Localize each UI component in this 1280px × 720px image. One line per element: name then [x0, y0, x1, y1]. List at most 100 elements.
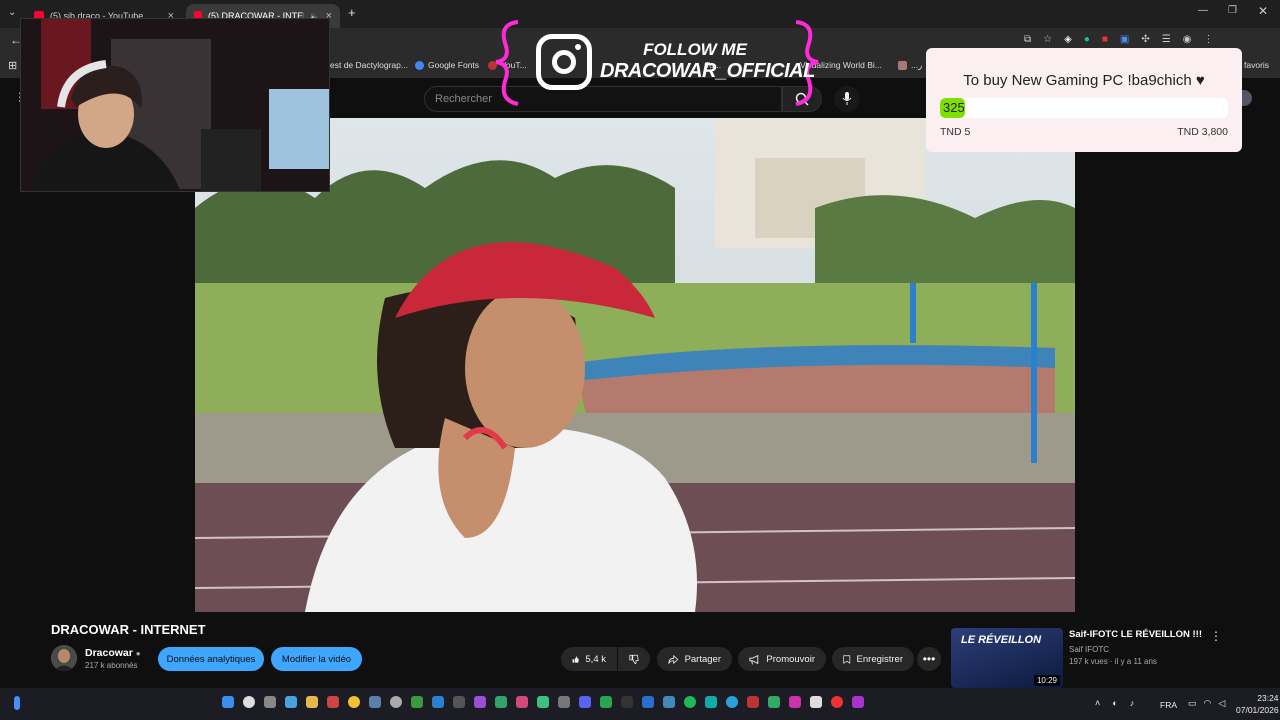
- recommended-video-meta: 197 k vues · il y a 11 ans: [1069, 657, 1157, 666]
- share-button[interactable]: Partager: [657, 647, 732, 671]
- volume-icon[interactable]: ◁: [1218, 698, 1225, 709]
- bookmark-dactylo[interactable]: est de Dactylograp...: [330, 60, 408, 70]
- app-icon[interactable]: [810, 696, 822, 708]
- edit-video-button[interactable]: Modifier la vidéo: [271, 647, 362, 671]
- translate-icon[interactable]: ▣: [1120, 34, 1129, 45]
- app-icon[interactable]: [474, 696, 486, 708]
- extension-icon[interactable]: ◈: [1064, 34, 1072, 45]
- app-icon[interactable]: [516, 696, 528, 708]
- app-icon[interactable]: [537, 696, 549, 708]
- app-icon[interactable]: [495, 696, 507, 708]
- thumbnail-text: LE RÉVEILLON: [961, 634, 1042, 646]
- widgets-icon[interactable]: [285, 696, 297, 708]
- bookmark-image-icon: [898, 61, 907, 70]
- app-icon[interactable]: [831, 696, 843, 708]
- video-player[interactable]: [195, 118, 1075, 612]
- steam-icon[interactable]: [369, 696, 381, 708]
- network-icon[interactable]: ▭: [1188, 698, 1197, 709]
- reading-list-icon[interactable]: ☰: [1162, 34, 1171, 45]
- app-icon[interactable]: [705, 696, 717, 708]
- bookmark-google-fonts[interactable]: Google Fonts: [415, 60, 479, 70]
- save-label: Enregistrer: [856, 653, 903, 665]
- puzzle-icon[interactable]: ✣: [1141, 34, 1149, 45]
- like-button[interactable]: 5,4 k: [561, 647, 617, 671]
- restore-icon[interactable]: ❐: [1228, 5, 1237, 16]
- search-highlight-icon[interactable]: [14, 696, 20, 710]
- subscriber-count: 217 k abonnés: [85, 661, 138, 670]
- telegram-icon[interactable]: [726, 696, 738, 708]
- video-duration-badge: 10:29: [1033, 675, 1060, 686]
- app-icon[interactable]: [768, 696, 780, 708]
- start-icon[interactable]: [222, 696, 234, 708]
- bookmark-icon: [843, 654, 851, 664]
- menu-kebab-icon[interactable]: ⋮: [1203, 34, 1213, 45]
- wifi-icon[interactable]: ◠: [1204, 698, 1212, 709]
- goal-min-label: TND 5: [940, 126, 971, 138]
- more-horizontal-icon: •••: [922, 652, 936, 666]
- donation-goal-widget: To buy New Gaming PC !ba9chich ♥ 325 TND…: [926, 48, 1242, 152]
- channel-avatar[interactable]: [51, 645, 77, 671]
- app-icon[interactable]: [600, 696, 612, 708]
- app-icon[interactable]: [621, 696, 633, 708]
- app-icon[interactable]: [453, 696, 465, 708]
- voice-search-button[interactable]: [834, 86, 860, 112]
- recommended-video-channel[interactable]: Saif IFOTC: [1069, 645, 1109, 654]
- new-tab-icon[interactable]: +: [348, 5, 356, 20]
- bookmark-star-icon[interactable]: ☆: [1043, 34, 1052, 45]
- channel-name[interactable]: Dracowar ●: [85, 647, 141, 659]
- tray-mic-icon[interactable]: ♪: [1130, 698, 1135, 708]
- discord-icon[interactable]: [579, 696, 591, 708]
- streamer-webcam: [20, 18, 330, 192]
- taskbar-clock[interactable]: 23:24 07/01/2026: [1236, 692, 1279, 716]
- extension-red-icon[interactable]: ■: [1102, 34, 1108, 45]
- analytics-button[interactable]: Données analytiques: [158, 647, 264, 671]
- promote-button[interactable]: Promouvoir: [738, 647, 826, 671]
- minimize-icon[interactable]: —: [1198, 5, 1208, 16]
- chevron-up-icon[interactable]: ˄: [1095, 698, 1100, 708]
- app-icon[interactable]: [747, 696, 759, 708]
- taskbar-search-icon[interactable]: [243, 696, 255, 708]
- promote-label: Promouvoir: [766, 653, 815, 665]
- save-button[interactable]: Enregistrer: [832, 647, 914, 671]
- close-window-icon[interactable]: ✕: [1258, 4, 1268, 18]
- clock-time: 23:24: [1257, 693, 1279, 703]
- file-explorer-icon[interactable]: [306, 696, 318, 708]
- verified-icon: ●: [135, 649, 141, 658]
- grammarly-icon[interactable]: ●: [1084, 34, 1090, 45]
- system-tray: ˄ ◐ ♪: [1095, 698, 1134, 708]
- app-icon[interactable]: [558, 696, 570, 708]
- recommended-video-title[interactable]: Saif-IFOTC LE RÉVEILLON !!!: [1069, 629, 1202, 640]
- avatar-image: [51, 645, 77, 671]
- bookmark-arabic[interactable]: ...ر: [898, 60, 922, 71]
- recommended-video-thumbnail[interactable]: LE RÉVEILLON 10:29: [951, 628, 1063, 688]
- recommendation-menu-icon[interactable]: ⋮: [1210, 629, 1222, 643]
- task-view-icon[interactable]: [264, 696, 276, 708]
- keyboard-language[interactable]: FRA: [1160, 700, 1177, 710]
- apps-grid-icon[interactable]: ⊞: [8, 59, 17, 72]
- chrome-icon[interactable]: [348, 696, 360, 708]
- bookmark-favoris[interactable]: favoris: [1244, 60, 1269, 70]
- like-count: 5,4 k: [585, 653, 606, 665]
- app-icon[interactable]: [852, 696, 864, 708]
- profile-avatar-icon[interactable]: ◉: [1183, 34, 1192, 45]
- extension-icons: ⧉ ☆ ◈ ● ■ ▣ ✣ ☰ ◉ ⋮: [1024, 34, 1213, 45]
- app-icon[interactable]: [642, 696, 654, 708]
- spotify-icon[interactable]: [684, 696, 696, 708]
- goal-title: To buy New Gaming PC !ba9chich ♥: [963, 72, 1205, 89]
- dislike-button[interactable]: [618, 647, 650, 671]
- follow-me-overlay: FOLLOW ME DRACOWAR_OFFICIAL: [492, 16, 822, 108]
- app-icon[interactable]: [390, 696, 402, 708]
- share-label: Partager: [684, 653, 721, 665]
- app-icon[interactable]: [327, 696, 339, 708]
- cast-icon[interactable]: ⧉: [1024, 34, 1031, 45]
- goal-current-value: 325: [943, 100, 965, 115]
- xbox-icon[interactable]: [411, 696, 423, 708]
- tab-search-icon[interactable]: ⌄: [8, 7, 16, 18]
- more-actions-button[interactable]: •••: [917, 647, 941, 671]
- tray-status-icons: ▭ ◠ ◁: [1188, 698, 1225, 709]
- app-icon[interactable]: [432, 696, 444, 708]
- follow-handle: DRACOWAR_OFFICIAL: [600, 60, 815, 82]
- tray-app-icon[interactable]: ◐: [1112, 698, 1117, 708]
- app-icon[interactable]: [663, 696, 675, 708]
- app-icon[interactable]: [789, 696, 801, 708]
